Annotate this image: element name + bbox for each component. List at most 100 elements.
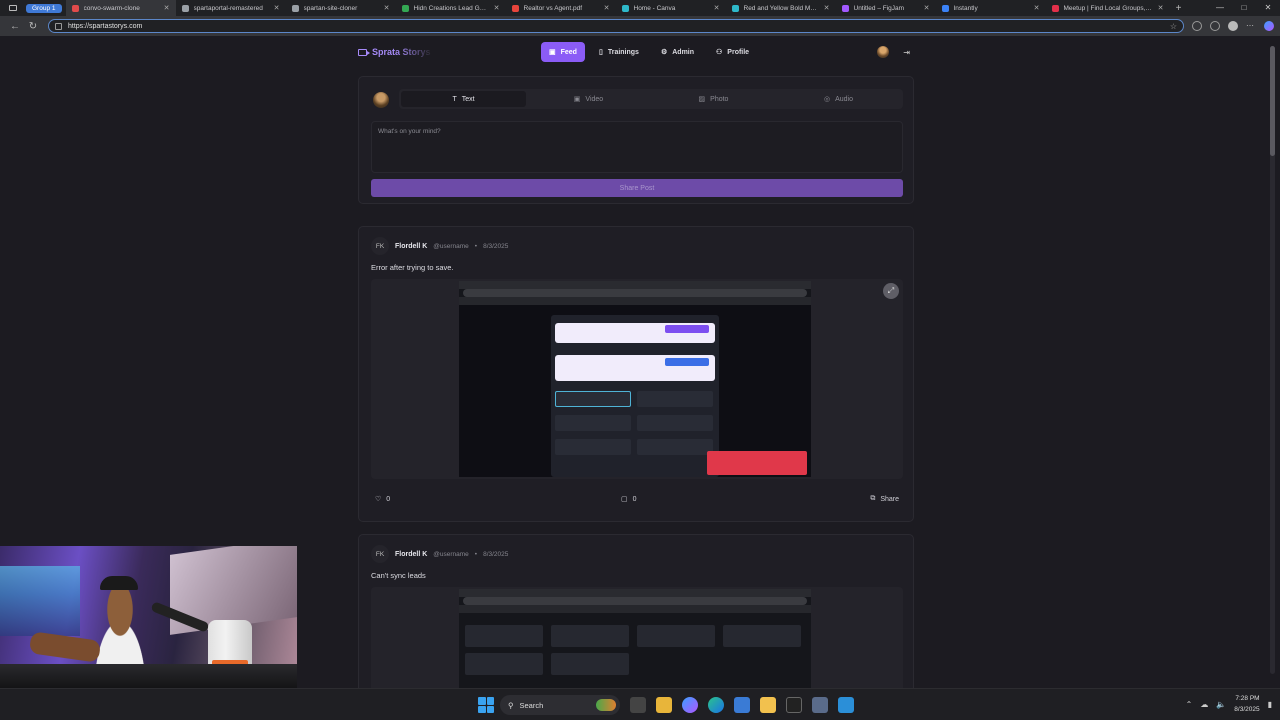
extensions-icon[interactable] (1192, 21, 1202, 31)
start-menu-icon[interactable] (478, 697, 494, 713)
profile-avatar-icon[interactable] (1228, 21, 1238, 31)
post-input-placeholder: What's on your mind? (378, 128, 441, 135)
browser-tab[interactable]: convo-swarm-clone ✕ (65, 0, 176, 16)
minimize-window-icon[interactable]: — (1208, 0, 1232, 16)
share-icon: ⧉ (870, 495, 876, 502)
browser-tab[interactable]: spartaportal-remastered ✕ (176, 0, 286, 16)
tab-title: Home - Canva (633, 4, 676, 12)
back-arrow-icon[interactable]: ← (6, 21, 24, 32)
nav-profile[interactable]: ⚇ Profile (708, 42, 757, 62)
tab-photo[interactable]: ▨ Photo (651, 91, 776, 107)
author-name[interactable]: Flordell K (395, 243, 427, 250)
tab-text[interactable]: T Text (401, 91, 526, 107)
close-tab-icon[interactable]: ✕ (824, 4, 830, 12)
taskbar-search[interactable]: ⚲ Search (500, 695, 620, 715)
clock-date: 8/3/2025 (1234, 706, 1260, 713)
close-tab-icon[interactable]: ✕ (604, 4, 610, 12)
logout-icon[interactable]: ⇥ (903, 48, 910, 57)
page-scrollbar[interactable] (1270, 46, 1275, 674)
browser-tab[interactable]: spartan-site-cloner ✕ (286, 0, 396, 16)
close-tab-icon[interactable]: ✕ (164, 4, 170, 12)
embedded-screenshot (459, 281, 811, 477)
system-clock[interactable]: 7:28 PM 8/3/2025 (1234, 693, 1259, 715)
close-tab-icon[interactable]: ✕ (714, 4, 720, 12)
volume-icon[interactable]: 🔈 (1216, 700, 1226, 709)
nav-feed[interactable]: ▣ Feed (541, 42, 585, 62)
copilot-icon[interactable] (1264, 21, 1274, 31)
tab-audio[interactable]: ◎ Audio (776, 91, 901, 107)
close-tab-icon[interactable]: ✕ (494, 4, 500, 12)
image-icon: ▨ (698, 96, 706, 103)
share-button[interactable]: ⧉ Share (870, 495, 899, 503)
close-tab-icon[interactable]: ✕ (274, 4, 280, 12)
vscode-icon[interactable] (838, 697, 854, 713)
tab-favicon-icon (621, 4, 629, 12)
comment-button[interactable]: ▢ 0 (621, 495, 637, 504)
site-info-icon[interactable] (55, 22, 62, 30)
video-icon: ▣ (573, 96, 581, 103)
nav-admin[interactable]: ⚙ Admin (653, 42, 702, 62)
post-image[interactable] (371, 587, 903, 688)
tab-title: Meetup | Find Local Groups, Ev (1063, 4, 1154, 12)
browser-tab[interactable]: Home - Canva ✕ (616, 0, 726, 16)
tab-title: Instantly (953, 4, 978, 12)
chrome-menu-icon[interactable]: ⋯ (1246, 21, 1256, 31)
like-count: 0 (386, 495, 391, 503)
tab-favicon-icon (511, 4, 519, 12)
close-window-icon[interactable]: ✕ (1256, 0, 1280, 16)
brand-logo[interactable]: Sprata Storys (358, 47, 431, 57)
share-label: Share (880, 495, 899, 503)
notifications-icon[interactable]: ▮ (1268, 700, 1272, 709)
file-explorer-icon[interactable] (656, 697, 672, 713)
tab-video[interactable]: ▣ Video (526, 91, 651, 107)
network-icon[interactable]: ☁ (1200, 700, 1208, 709)
search-icon: ⚲ (508, 700, 514, 710)
gear-icon: ⚙ (660, 49, 668, 56)
user-avatar[interactable] (877, 46, 890, 58)
browser-tab[interactable]: Red and Yellow Bold Modern ✕ (726, 0, 836, 16)
author-avatar[interactable]: FK (371, 237, 389, 255)
tab-search-menu-icon[interactable] (0, 0, 26, 16)
close-tab-icon[interactable]: ✕ (924, 4, 930, 12)
tab-label: Text (461, 95, 475, 103)
task-view-icon[interactable] (630, 697, 646, 713)
browser-tab[interactable]: Instantly ✕ (936, 0, 1046, 16)
tray-overflow-icon[interactable]: ⌃ (1186, 700, 1193, 709)
bookmark-star-icon[interactable]: ☆ (1170, 22, 1177, 31)
tab-group-label[interactable]: Group 1 (26, 3, 62, 13)
windows-taskbar: ⚲ Search ⌃ ☁ 🔈 7:28 PM 8/3/2025 ▮ (0, 688, 1280, 720)
store-icon[interactable] (734, 697, 750, 713)
nav-label: Trainings (607, 48, 639, 56)
post-date: 8/3/2025 (483, 242, 509, 250)
post-image[interactable]: ⤢ (371, 279, 903, 479)
close-tab-icon[interactable]: ✕ (1034, 4, 1040, 12)
close-tab-icon[interactable]: ✕ (384, 4, 390, 12)
author-name[interactable]: Flordell K (395, 551, 427, 558)
terminal-icon[interactable] (786, 697, 802, 713)
edge-icon[interactable] (708, 697, 724, 713)
separator-dot: • (474, 550, 478, 558)
downloads-icon[interactable] (1210, 21, 1220, 31)
app-icon[interactable] (812, 697, 828, 713)
reload-icon[interactable]: ↻ (24, 21, 42, 32)
like-button[interactable]: ♡ 0 (375, 495, 391, 504)
post-body: Can't sync leads (371, 571, 426, 580)
browser-tab[interactable]: Realtor vs Agent.pdf ✕ (506, 0, 616, 16)
browser-tab[interactable]: Untitled – FigJam ✕ (836, 0, 936, 16)
post-text-input[interactable]: What's on your mind? (371, 121, 903, 173)
address-bar[interactable]: https://spartastorys.com ☆ (48, 19, 1184, 33)
expand-image-icon[interactable]: ⤢ (883, 283, 899, 299)
close-tab-icon[interactable]: ✕ (1158, 4, 1164, 12)
new-tab-button[interactable]: + (1170, 3, 1188, 14)
video-icon: ▣ (549, 49, 556, 56)
copilot-taskbar-icon[interactable] (682, 697, 698, 713)
app-icon[interactable] (760, 697, 776, 713)
share-post-button[interactable]: Share Post (371, 179, 903, 197)
nav-trainings[interactable]: ▯ Trainings (591, 42, 647, 62)
browser-tab[interactable]: Hidn Creations Lead Generator ✕ (396, 0, 506, 16)
app-header: Sprata Storys ▣ Feed ▯ Trainings ⚙ Admin ⚇ Prof… (358, 40, 914, 64)
post-actions: ♡ 0 ▢ 0 ⧉ Share (371, 495, 903, 509)
author-avatar[interactable]: FK (371, 545, 389, 563)
maximize-window-icon[interactable]: □ (1232, 0, 1256, 16)
browser-tab[interactable]: Meetup | Find Local Groups, Ev ✕ (1046, 0, 1170, 16)
